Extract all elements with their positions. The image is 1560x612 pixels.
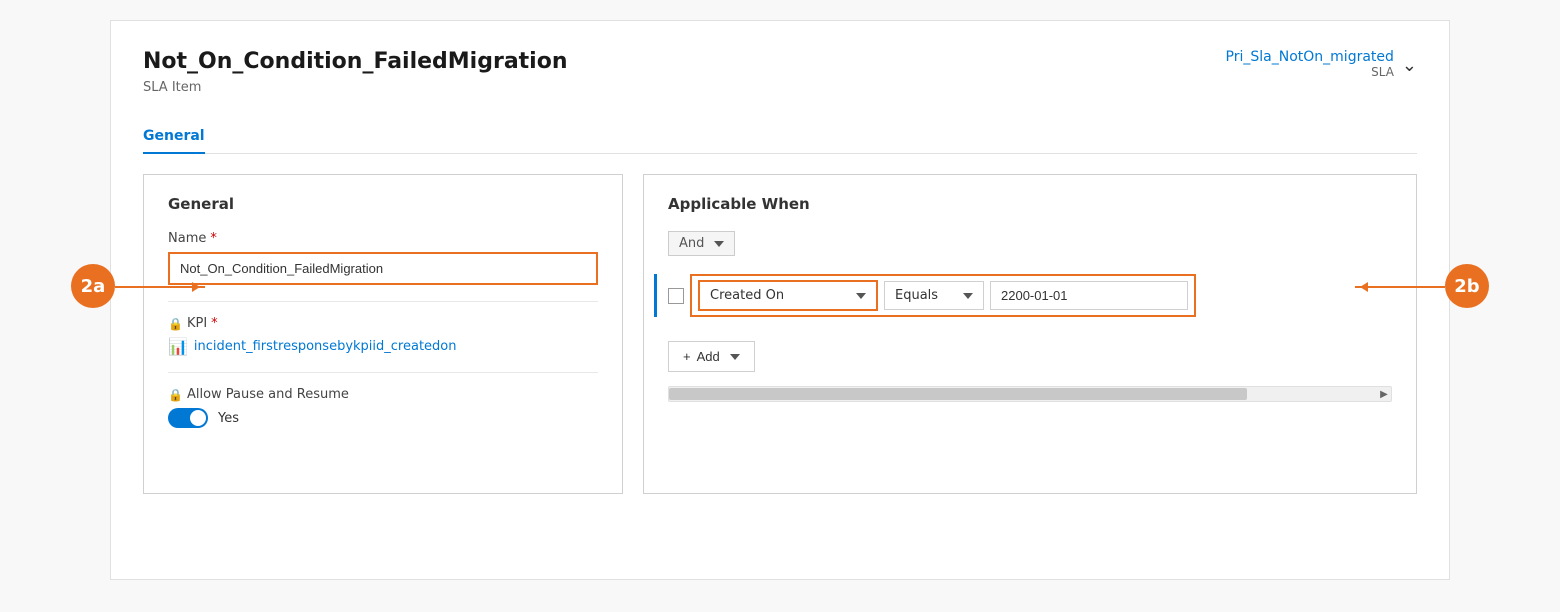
- pause-resume-label: 🔒 Allow Pause and Resume: [168, 387, 598, 402]
- pause-lock-icon: 🔒: [168, 388, 183, 402]
- header-row: Not_On_Condition_FailedMigration SLA Ite…: [143, 49, 1417, 95]
- sla-label: SLA: [1226, 65, 1394, 79]
- name-label: Name*: [168, 231, 598, 246]
- arrow-2b: [1355, 286, 1445, 288]
- horizontal-scrollbar[interactable]: ◀ ▶: [668, 386, 1392, 402]
- name-input[interactable]: [168, 252, 598, 285]
- sla-selector[interactable]: Pri_Sla_NotOn_migrated SLA ⌄: [1226, 49, 1417, 79]
- divider-2: [168, 372, 598, 373]
- field-value: Created On: [710, 288, 784, 303]
- annotation-bubble-2a: 2a: [71, 264, 115, 308]
- operator-chevron-down-icon: [963, 293, 973, 299]
- and-dropdown[interactable]: And: [668, 231, 735, 256]
- condition-value-input[interactable]: [990, 281, 1188, 310]
- page-subtitle: SLA Item: [143, 80, 201, 95]
- kpi-link[interactable]: 📊 incident_firstresponsebykpiid_createdo…: [168, 337, 598, 356]
- add-icon: +: [683, 349, 691, 364]
- field-chevron-down-icon: [856, 293, 866, 299]
- header-left: Not_On_Condition_FailedMigration SLA Ite…: [143, 49, 568, 95]
- tab-general[interactable]: General: [143, 120, 205, 154]
- arrow-2a: [115, 286, 205, 288]
- kpi-chart-icon: 📊: [168, 337, 188, 356]
- condition-checkbox[interactable]: [668, 288, 684, 304]
- condition-row: Created On Equals: [668, 274, 1392, 317]
- general-panel: General Name* 🔒 KPI* 📊 incident_f: [143, 174, 623, 494]
- kpi-lock-icon: 🔒: [168, 317, 183, 331]
- add-label: Add: [697, 349, 720, 364]
- toggle-label: Yes: [218, 411, 239, 426]
- divider-1: [168, 301, 598, 302]
- condition-highlight-box: Created On Equals: [690, 274, 1196, 317]
- pause-resume-toggle[interactable]: [168, 408, 208, 428]
- pause-resume-field-group: 🔒 Allow Pause and Resume Yes: [168, 387, 598, 428]
- sla-chevron-down-icon: ⌄: [1402, 55, 1417, 76]
- name-field-group: Name*: [168, 231, 598, 285]
- page-title: Not_On_Condition_FailedMigration: [143, 49, 568, 74]
- operator-value: Equals: [895, 288, 938, 303]
- condition-left-bar: [654, 274, 657, 317]
- main-panel: Not_On_Condition_FailedMigration SLA Ite…: [110, 20, 1450, 580]
- scroll-right-icon[interactable]: ▶: [1377, 387, 1391, 401]
- field-dropdown[interactable]: Created On: [698, 280, 878, 311]
- general-panel-title: General: [168, 195, 598, 213]
- toggle-row: Yes: [168, 408, 598, 428]
- add-button-row: + Add: [668, 333, 1392, 372]
- operator-dropdown[interactable]: Equals: [884, 281, 984, 310]
- sla-link: Pri_Sla_NotOn_migrated SLA: [1226, 49, 1394, 79]
- kpi-field-group: 🔒 KPI* 📊 incident_firstresponsebykpiid_c…: [168, 316, 598, 356]
- sla-name: Pri_Sla_NotOn_migrated: [1226, 49, 1394, 65]
- applicable-when-panel: Applicable When And Created On: [643, 174, 1417, 494]
- kpi-label: 🔒 KPI*: [168, 316, 598, 331]
- page-container: Not_On_Condition_FailedMigration SLA Ite…: [0, 0, 1560, 612]
- tabs-row: General: [143, 119, 1417, 154]
- add-button[interactable]: + Add: [668, 341, 755, 372]
- add-chevron-down-icon: [730, 354, 740, 360]
- and-chevron-down-icon: [714, 241, 724, 247]
- and-label: And: [679, 236, 704, 251]
- annotation-bubble-2b: 2b: [1445, 264, 1489, 308]
- applicable-when-title: Applicable When: [668, 195, 1392, 213]
- scroll-thumb[interactable]: [669, 388, 1247, 400]
- content-area: 2a General Name* 🔒 KPI*: [143, 174, 1417, 494]
